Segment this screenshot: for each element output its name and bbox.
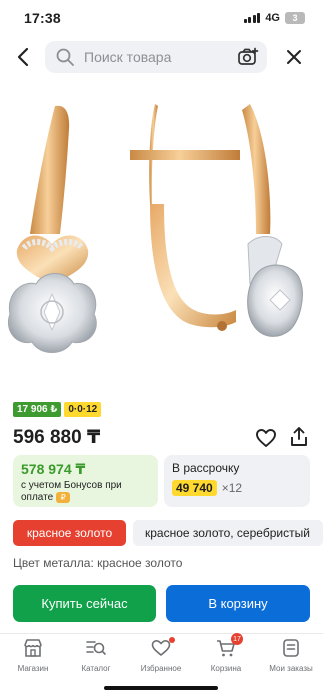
cart-count-badge: 17 bbox=[231, 633, 243, 645]
bonus-price-card[interactable]: 578 974 ₸ с учетом Бонусов при оплате ₽ bbox=[13, 455, 158, 507]
metal-color-label: Цвет металла: красное золото bbox=[13, 556, 183, 570]
back-button[interactable] bbox=[10, 44, 36, 70]
tab-orders[interactable]: Мои заказы bbox=[261, 636, 321, 676]
search-row: Поиск товара bbox=[0, 40, 323, 74]
installment-multiplier: ×12 bbox=[221, 481, 243, 495]
price-row: 596 880 ₸ bbox=[13, 424, 311, 450]
promo-badges: 17 906 ₺ 0·0·12 bbox=[13, 402, 102, 417]
tab-store[interactable]: Магазин bbox=[3, 636, 63, 676]
store-icon bbox=[22, 637, 44, 659]
camera-icon[interactable] bbox=[237, 46, 259, 68]
signal-icon bbox=[243, 13, 261, 23]
bonus-price: 578 974 ₸ bbox=[21, 461, 86, 477]
orders-icon bbox=[280, 637, 302, 659]
add-to-cart-button[interactable]: В корзину bbox=[166, 585, 310, 622]
status-indicators: 4G 3 bbox=[243, 12, 305, 24]
product-image[interactable] bbox=[0, 84, 323, 390]
tab-label: Корзина bbox=[210, 664, 242, 673]
tab-catalog[interactable]: Каталог bbox=[66, 636, 126, 676]
payment-icon: ₽ bbox=[56, 492, 71, 503]
search-input[interactable]: Поиск товара bbox=[45, 41, 267, 73]
tab-label: Избранное bbox=[140, 664, 182, 673]
installment-card[interactable]: В рассрочку 49 740 ×12 bbox=[164, 455, 310, 507]
buy-now-button[interactable]: Купить сейчас bbox=[13, 585, 156, 622]
search-icon bbox=[55, 47, 75, 67]
color-chip-active[interactable]: красное золото bbox=[13, 520, 126, 546]
bonus-note-text: с учетом Бонусов при оплате bbox=[21, 480, 122, 504]
cart-icon: 17 bbox=[215, 633, 243, 659]
tab-label: Каталог bbox=[81, 664, 111, 673]
heart-outline-icon bbox=[256, 429, 276, 447]
home-indicator bbox=[104, 686, 218, 690]
share-icon bbox=[291, 427, 307, 446]
product-price: 596 880 ₸ bbox=[13, 427, 101, 448]
favorites-dot bbox=[169, 637, 175, 643]
bonus-note: с учетом Бонусов при оплате ₽ bbox=[21, 480, 150, 504]
favorite-button[interactable] bbox=[254, 426, 278, 450]
catalog-search-icon bbox=[85, 637, 107, 659]
tab-cart[interactable]: 17 Корзина bbox=[196, 633, 256, 676]
close-button[interactable] bbox=[281, 44, 307, 70]
installment-amount: 49 740 bbox=[172, 480, 217, 496]
heart-icon bbox=[150, 637, 175, 659]
installment-badge: 0·0·12 bbox=[64, 402, 102, 417]
network-label: 4G bbox=[265, 12, 280, 24]
status-time: 17:38 bbox=[24, 10, 61, 26]
tab-label: Магазин bbox=[17, 664, 49, 673]
installment-row: 49 740 ×12 bbox=[172, 480, 302, 496]
status-bar: 17:38 4G 3 bbox=[0, 0, 323, 36]
bonus-badge: 17 906 ₺ bbox=[13, 402, 62, 417]
installment-title: В рассрочку bbox=[172, 461, 240, 475]
tab-label: Мои заказы bbox=[269, 664, 313, 673]
search-placeholder: Поиск товара bbox=[84, 49, 172, 65]
tab-favorites[interactable]: Избранное bbox=[131, 636, 191, 676]
battery-icon: 3 bbox=[285, 12, 305, 24]
color-chip-other[interactable]: красное золото, серебристый bbox=[133, 520, 323, 546]
chevron-left-icon bbox=[17, 47, 29, 67]
share-button[interactable] bbox=[287, 425, 311, 449]
close-icon bbox=[287, 50, 301, 64]
